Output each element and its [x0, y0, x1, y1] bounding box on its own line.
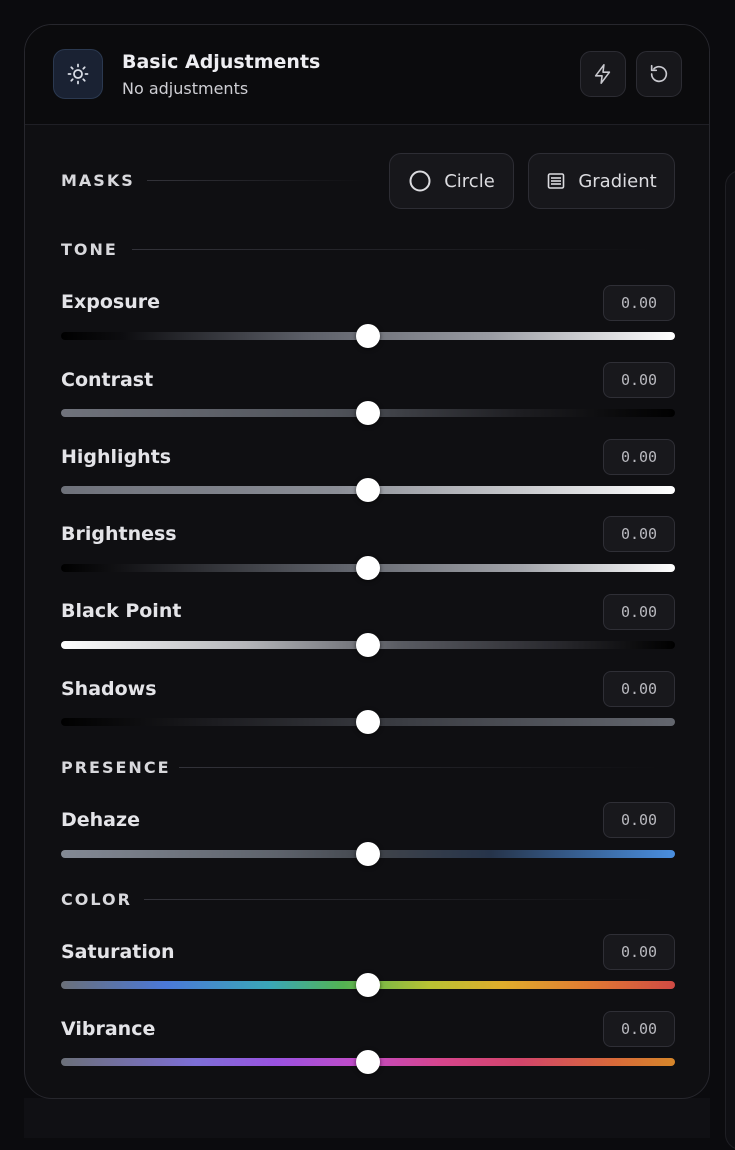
vibrance-value[interactable]: 0.00	[603, 1011, 675, 1047]
background-strip	[24, 1098, 710, 1138]
gradient-mask-button[interactable]: Gradient	[528, 153, 675, 209]
exposure-label: Exposure	[61, 291, 160, 313]
dehaze-slider-thumb[interactable]	[356, 842, 380, 866]
dehaze-value[interactable]: 0.00	[603, 802, 675, 838]
color-section-label: COLOR	[61, 890, 132, 909]
dehaze-label: Dehaze	[61, 809, 140, 831]
brightness-slider-thumb[interactable]	[356, 556, 380, 580]
masks-section-label: MASKS	[61, 171, 135, 190]
tone-section-label: TONE	[61, 240, 118, 259]
presence-section-label: PRESENCE	[61, 758, 171, 777]
panel-subtitle: No adjustments	[122, 79, 249, 98]
exposure-value[interactable]: 0.00	[603, 285, 675, 321]
black-point-value[interactable]: 0.00	[603, 594, 675, 630]
saturation-slider-thumb[interactable]	[356, 973, 380, 997]
vibrance-slider-thumb[interactable]	[356, 1050, 380, 1074]
shadows-slider-thumb[interactable]	[356, 710, 380, 734]
auto-adjust-button[interactable]	[580, 51, 626, 97]
shadows-value[interactable]: 0.00	[603, 671, 675, 707]
circle-mask-button[interactable]: Circle	[389, 153, 514, 209]
contrast-slider-thumb[interactable]	[356, 401, 380, 425]
vibrance-label: Vibrance	[61, 1018, 156, 1040]
highlights-slider-thumb[interactable]	[356, 478, 380, 502]
saturation-label: Saturation	[61, 941, 175, 963]
gradient-list-icon	[548, 173, 565, 189]
color-divider	[144, 899, 654, 900]
sun-icon	[53, 49, 103, 99]
circle-mask-label: Circle	[444, 170, 495, 192]
reset-icon	[650, 64, 668, 83]
presence-divider	[179, 767, 659, 768]
tone-divider	[132, 249, 652, 250]
gradient-mask-label: Gradient	[578, 170, 657, 192]
brightness-label: Brightness	[61, 523, 177, 545]
basic-adjustments-panel: Basic Adjustments No adjustments MASKS C…	[24, 24, 710, 1099]
masks-divider	[147, 180, 367, 181]
reset-button[interactable]	[636, 51, 682, 97]
black-point-slider-thumb[interactable]	[356, 633, 380, 657]
circle-icon	[409, 170, 431, 192]
panel-title: Basic Adjustments	[122, 51, 321, 73]
highlights-value[interactable]: 0.00	[603, 439, 675, 475]
brightness-value[interactable]: 0.00	[603, 516, 675, 552]
adjacent-panel-edge	[725, 170, 735, 1150]
bolt-icon	[594, 64, 611, 84]
black-point-label: Black Point	[61, 600, 182, 622]
shadows-label: Shadows	[61, 678, 157, 700]
contrast-label: Contrast	[61, 369, 154, 391]
exposure-slider-thumb[interactable]	[356, 324, 380, 348]
highlights-label: Highlights	[61, 446, 172, 468]
saturation-value[interactable]: 0.00	[603, 934, 675, 970]
contrast-value[interactable]: 0.00	[603, 362, 675, 398]
panel-header: Basic Adjustments No adjustments	[25, 25, 709, 125]
